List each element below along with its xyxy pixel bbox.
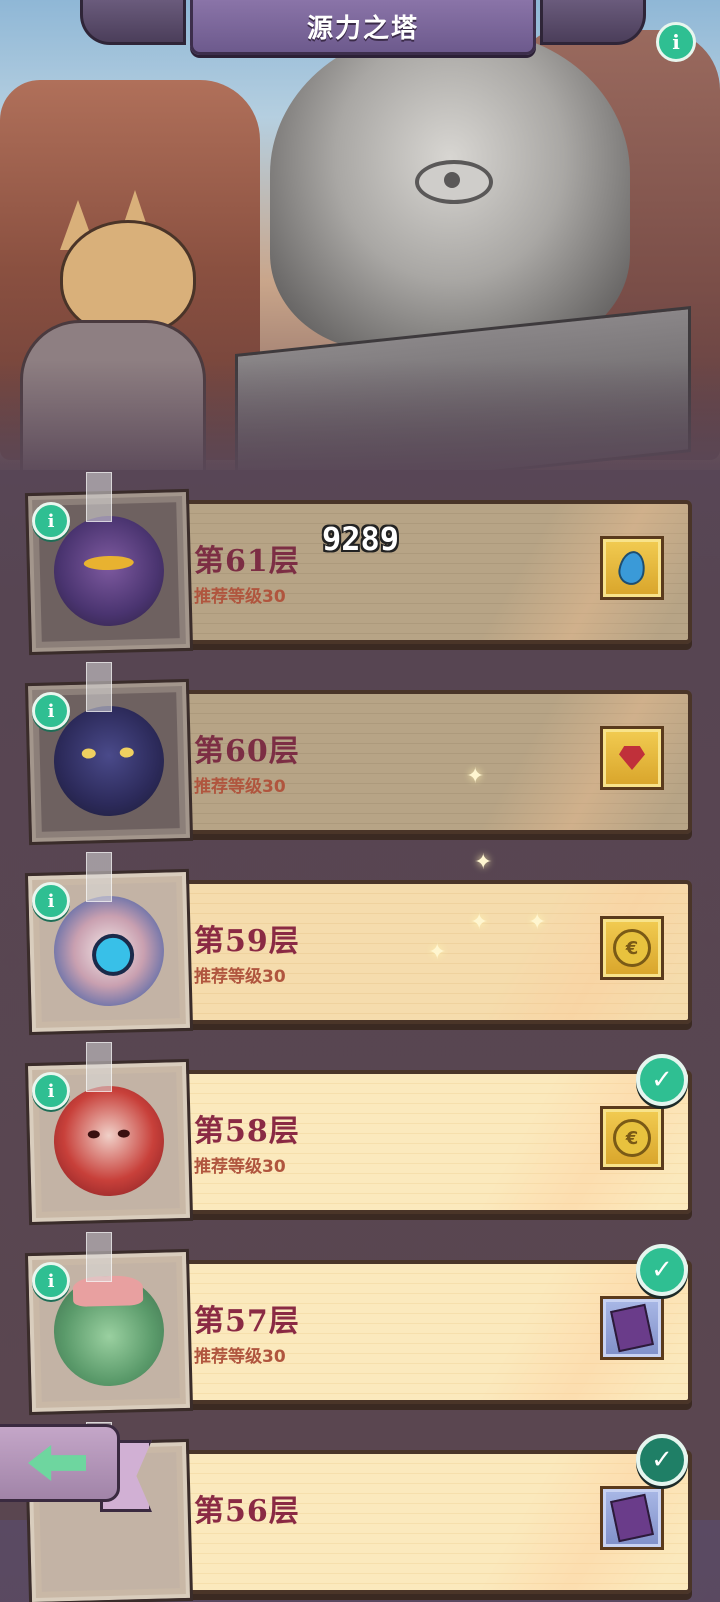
recommended-level: 推荐等级30 (194, 1347, 286, 1367)
recommended-level: 推荐等级30 (194, 587, 286, 607)
reward-slot[interactable]: € (600, 1106, 664, 1170)
water-drop-icon (616, 549, 648, 587)
back-button[interactable] (0, 1424, 120, 1502)
floor-card[interactable]: i 第58层 推荐等级30 € ✓ (24, 1042, 692, 1226)
reward-slot[interactable]: € (600, 916, 664, 980)
sparkle-icon: ✦ (470, 910, 489, 935)
sparkle-icon: ✦ (474, 850, 493, 875)
recommended-level: 推荐等级30 (194, 967, 286, 987)
floor-list: i 第61层 推荐等级30 i 第60层 推荐等级30 i 第59层 推荐等级3… (0, 0, 720, 1602)
reward-slot[interactable] (600, 536, 664, 600)
floor-title: 第60层 (194, 734, 300, 769)
ruby-icon (619, 746, 645, 770)
reward-slot[interactable] (600, 726, 664, 790)
floor-card[interactable]: i 第61层 推荐等级30 (24, 472, 692, 656)
floor-title: 第59层 (194, 924, 300, 959)
info-icon[interactable]: i (32, 692, 70, 730)
info-icon[interactable]: i (32, 502, 70, 540)
floor-title: 第57层 (194, 1304, 300, 1339)
sparkle-icon: ✦ (428, 940, 447, 965)
spellbook-icon (610, 1493, 654, 1543)
damage-number: 9289 (322, 520, 400, 558)
reward-slot[interactable] (600, 1486, 664, 1550)
gold-coin-icon: € (613, 929, 651, 967)
sparkle-icon: ✦ (528, 910, 547, 935)
info-icon[interactable]: i (32, 1072, 70, 1110)
info-icon[interactable]: i (32, 1262, 70, 1300)
spellbook-icon (610, 1303, 654, 1353)
floor-title: 第61层 (194, 544, 300, 579)
info-icon[interactable]: i (32, 882, 70, 920)
recommended-level: 推荐等级30 (194, 777, 286, 797)
cleared-check-icon: ✓ (636, 1054, 688, 1106)
floor-title: 第56层 (194, 1494, 300, 1529)
cleared-check-icon: ✓ (636, 1434, 688, 1486)
floor-title: 第58层 (194, 1114, 300, 1149)
back-arrow-icon (28, 1445, 86, 1481)
cleared-check-icon: ✓ (636, 1244, 688, 1296)
floor-card[interactable]: i 第60层 推荐等级30 (24, 662, 692, 846)
recommended-level: 推荐等级30 (194, 1157, 286, 1177)
floor-card[interactable]: i 第59层 推荐等级30 € (24, 852, 692, 1036)
gold-coin-icon: € (613, 1119, 651, 1157)
sparkle-icon: ✦ (466, 764, 485, 789)
reward-slot[interactable] (600, 1296, 664, 1360)
floor-card[interactable]: i 第57层 推荐等级30 ✓ (24, 1232, 692, 1416)
